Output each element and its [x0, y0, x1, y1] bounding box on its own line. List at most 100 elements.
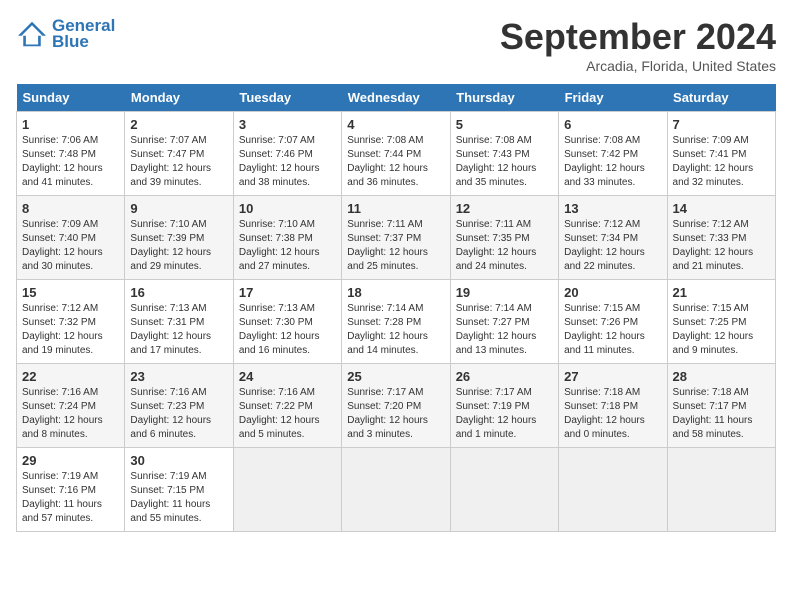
- day-detail: Sunrise: 7:08 AMSunset: 7:42 PMDaylight:…: [564, 134, 661, 190]
- table-row: 19 Sunrise: 7:14 AMSunset: 7:27 PMDayligh…: [450, 280, 558, 364]
- day-detail: Sunrise: 7:10 AMSunset: 7:38 PMDaylight:…: [239, 218, 336, 274]
- table-row: 22 Sunrise: 7:16 AMSunset: 7:24 PMDayligh…: [17, 364, 125, 448]
- header-row: Sunday Monday Tuesday Wednesday Thursday…: [17, 84, 776, 112]
- day-number: 30: [130, 453, 227, 468]
- day-detail: Sunrise: 7:16 AMSunset: 7:22 PMDaylight:…: [239, 386, 336, 442]
- day-detail: Sunrise: 7:09 AMSunset: 7:41 PMDaylight:…: [673, 134, 770, 190]
- day-number: 21: [673, 285, 770, 300]
- day-detail: Sunrise: 7:17 AMSunset: 7:19 PMDaylight:…: [456, 386, 553, 442]
- table-row: 24 Sunrise: 7:16 AMSunset: 7:22 PMDayligh…: [233, 364, 341, 448]
- day-detail: Sunrise: 7:07 AMSunset: 7:47 PMDaylight:…: [130, 134, 227, 190]
- day-number: 2: [130, 117, 227, 132]
- day-number: 16: [130, 285, 227, 300]
- col-wednesday: Wednesday: [342, 84, 450, 112]
- calendar-row: 29 Sunrise: 7:19 AMSunset: 7:16 PMDayligh…: [17, 448, 776, 532]
- table-row: [342, 448, 450, 532]
- day-number: 17: [239, 285, 336, 300]
- table-row: 7 Sunrise: 7:09 AMSunset: 7:41 PMDaylight…: [667, 112, 775, 196]
- table-row: 2 Sunrise: 7:07 AMSunset: 7:47 PMDaylight…: [125, 112, 233, 196]
- table-row: 25Sunrise: 7:17 AMSunset: 7:20 PMDayligh…: [342, 364, 450, 448]
- day-number: 10: [239, 201, 336, 216]
- day-detail: Sunrise: 7:10 AMSunset: 7:39 PMDaylight:…: [130, 218, 227, 274]
- day-detail: Sunrise: 7:14 AMSunset: 7:28 PMDaylight:…: [347, 302, 444, 358]
- day-number: 28: [673, 369, 770, 384]
- month-title: September 2024: [500, 16, 776, 58]
- day-detail: Sunrise: 7:11 AMSunset: 7:35 PMDaylight:…: [456, 218, 553, 274]
- table-row: 1 Sunrise: 7:06 AMSunset: 7:48 PMDaylight…: [17, 112, 125, 196]
- table-row: 8 Sunrise: 7:09 AMSunset: 7:40 PMDaylight…: [17, 196, 125, 280]
- table-row: 18 Sunrise: 7:14 AMSunset: 7:28 PMDayligh…: [342, 280, 450, 364]
- table-row: [667, 448, 775, 532]
- day-number: 7: [673, 117, 770, 132]
- calendar-body: 1 Sunrise: 7:06 AMSunset: 7:48 PMDaylight…: [17, 112, 776, 532]
- table-row: [450, 448, 558, 532]
- day-number: 29: [22, 453, 119, 468]
- day-detail: Sunrise: 7:07 AMSunset: 7:46 PMDaylight:…: [239, 134, 336, 190]
- day-detail: Sunrise: 7:08 AMSunset: 7:43 PMDaylight:…: [456, 134, 553, 190]
- day-number: 20: [564, 285, 661, 300]
- day-number: 14: [673, 201, 770, 216]
- calendar-row: 15 Sunrise: 7:12 AMSunset: 7:32 PMDayligh…: [17, 280, 776, 364]
- table-row: 20Sunrise: 7:15 AMSunset: 7:26 PMDayligh…: [559, 280, 667, 364]
- day-detail: Sunrise: 7:12 AMSunset: 7:34 PMDaylight:…: [564, 218, 661, 274]
- table-row: 3 Sunrise: 7:07 AMSunset: 7:46 PMDaylight…: [233, 112, 341, 196]
- calendar-row: 22 Sunrise: 7:16 AMSunset: 7:24 PMDayligh…: [17, 364, 776, 448]
- table-row: 21 Sunrise: 7:15 AMSunset: 7:25 PMDayligh…: [667, 280, 775, 364]
- col-friday: Friday: [559, 84, 667, 112]
- table-row: 27 Sunrise: 7:18 AMSunset: 7:18 PMDayligh…: [559, 364, 667, 448]
- table-row: [559, 448, 667, 532]
- day-number: 11: [347, 201, 444, 216]
- day-detail: Sunrise: 7:08 AMSunset: 7:44 PMDaylight:…: [347, 134, 444, 190]
- day-detail: Sunrise: 7:15 AMSunset: 7:25 PMDaylight:…: [673, 302, 770, 358]
- table-row: 17 Sunrise: 7:13 AMSunset: 7:30 PMDayligh…: [233, 280, 341, 364]
- col-thursday: Thursday: [450, 84, 558, 112]
- day-detail: Sunrise: 7:12 AMSunset: 7:32 PMDaylight:…: [22, 302, 119, 358]
- day-number: 12: [456, 201, 553, 216]
- table-row: 14 Sunrise: 7:12 AMSunset: 7:33 PMDayligh…: [667, 196, 775, 280]
- day-detail: Sunrise: 7:16 AMSunset: 7:23 PMDaylight:…: [130, 386, 227, 442]
- table-row: 13 Sunrise: 7:12 AMSunset: 7:34 PMDayligh…: [559, 196, 667, 280]
- day-number: 13: [564, 201, 661, 216]
- day-number: 9: [130, 201, 227, 216]
- day-number: 18: [347, 285, 444, 300]
- table-row: 11Sunrise: 7:11 AMSunset: 7:37 PMDayligh…: [342, 196, 450, 280]
- table-row: 9 Sunrise: 7:10 AMSunset: 7:39 PMDaylight…: [125, 196, 233, 280]
- day-detail: Sunrise: 7:19 AMSunset: 7:16 PMDaylight:…: [22, 470, 119, 526]
- day-number: 4: [347, 117, 444, 132]
- header: General Blue September 2024 Arcadia, Flo…: [16, 16, 776, 74]
- table-row: 12 Sunrise: 7:11 AMSunset: 7:35 PMDayligh…: [450, 196, 558, 280]
- location-title: Arcadia, Florida, United States: [500, 58, 776, 74]
- day-number: 1: [22, 117, 119, 132]
- table-row: 5Sunrise: 7:08 AMSunset: 7:43 PMDaylight…: [450, 112, 558, 196]
- table-row: 6 Sunrise: 7:08 AMSunset: 7:42 PMDaylight…: [559, 112, 667, 196]
- day-detail: Sunrise: 7:16 AMSunset: 7:24 PMDaylight:…: [22, 386, 119, 442]
- title-area: September 2024 Arcadia, Florida, United …: [500, 16, 776, 74]
- day-detail: Sunrise: 7:06 AMSunset: 7:48 PMDaylight:…: [22, 134, 119, 190]
- logo: General Blue: [16, 16, 115, 52]
- day-detail: Sunrise: 7:09 AMSunset: 7:40 PMDaylight:…: [22, 218, 119, 274]
- day-number: 3: [239, 117, 336, 132]
- day-number: 25: [347, 369, 444, 384]
- day-number: 8: [22, 201, 119, 216]
- day-number: 19: [456, 285, 553, 300]
- col-saturday: Saturday: [667, 84, 775, 112]
- day-number: 15: [22, 285, 119, 300]
- day-number: 6: [564, 117, 661, 132]
- calendar-row: 1 Sunrise: 7:06 AMSunset: 7:48 PMDaylight…: [17, 112, 776, 196]
- day-number: 22: [22, 369, 119, 384]
- table-row: 28 Sunrise: 7:18 AMSunset: 7:17 PMDayligh…: [667, 364, 775, 448]
- day-detail: Sunrise: 7:12 AMSunset: 7:33 PMDaylight:…: [673, 218, 770, 274]
- day-detail: Sunrise: 7:18 AMSunset: 7:18 PMDaylight:…: [564, 386, 661, 442]
- day-number: 26: [456, 369, 553, 384]
- day-number: 24: [239, 369, 336, 384]
- day-detail: Sunrise: 7:14 AMSunset: 7:27 PMDaylight:…: [456, 302, 553, 358]
- col-sunday: Sunday: [17, 84, 125, 112]
- day-number: 27: [564, 369, 661, 384]
- calendar-table: Sunday Monday Tuesday Wednesday Thursday…: [16, 84, 776, 532]
- day-detail: Sunrise: 7:19 AMSunset: 7:15 PMDaylight:…: [130, 470, 227, 526]
- day-detail: Sunrise: 7:18 AMSunset: 7:17 PMDaylight:…: [673, 386, 770, 442]
- table-row: 10 Sunrise: 7:10 AMSunset: 7:38 PMDayligh…: [233, 196, 341, 280]
- day-detail: Sunrise: 7:13 AMSunset: 7:30 PMDaylight:…: [239, 302, 336, 358]
- logo-text: General Blue: [52, 16, 115, 52]
- table-row: 15 Sunrise: 7:12 AMSunset: 7:32 PMDayligh…: [17, 280, 125, 364]
